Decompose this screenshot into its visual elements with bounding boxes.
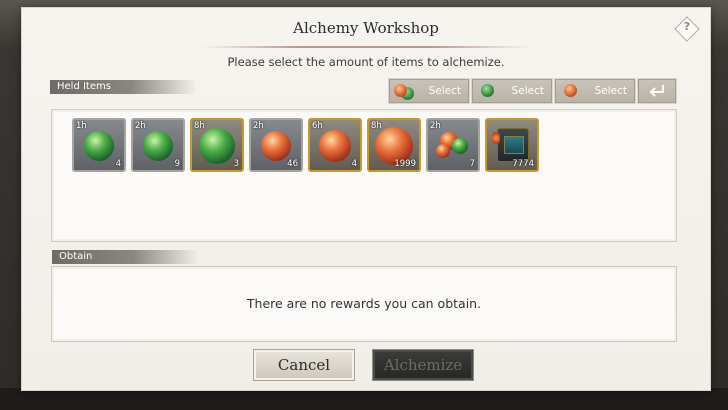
item-quantity: 7774 (512, 159, 534, 169)
item-quantity: 3 (233, 159, 239, 169)
red-orb-icon (261, 131, 291, 161)
title-divider (202, 46, 530, 48)
dialog-subtitle: Please select the amount of items to alc… (227, 55, 505, 69)
red-orb-icon (319, 130, 351, 162)
select-red-button[interactable]: Select (554, 78, 636, 104)
obtain-panel: There are no rewards you can obtain. (51, 266, 677, 342)
lantern-glass (504, 136, 524, 154)
large-green-orb-icon (199, 128, 235, 164)
held-items-label: Held Items (50, 80, 197, 94)
item-time: 2h (430, 121, 441, 131)
item-time: 6h (312, 121, 323, 131)
item-slot-red-8h[interactable]: 8h 1999 (367, 118, 421, 172)
item-time: 2h (253, 121, 264, 131)
green-orb-icon (143, 131, 173, 161)
item-quantity: 4 (351, 159, 357, 169)
return-arrow-icon (649, 85, 664, 97)
reset-button[interactable] (637, 78, 677, 104)
green-orb-icon (84, 131, 114, 161)
obtain-label: Obtain (52, 250, 199, 264)
item-slot-green-2h[interactable]: 2h 9 (131, 118, 185, 172)
item-quantity: 4 (115, 159, 121, 169)
no-rewards-message: There are no rewards you can obtain. (246, 296, 482, 311)
item-time: 8h (194, 121, 205, 131)
green-orb-icon (481, 84, 494, 97)
select-green-label: Select (511, 85, 544, 97)
select-red-label: Select (594, 85, 627, 97)
item-time: 1h (76, 121, 87, 131)
alchemy-dialog: Alchemy Workshop ? Please select the amo… (22, 8, 710, 390)
item-slot-red-2h[interactable]: 2h 46 (249, 118, 303, 172)
question-icon: ? (683, 20, 691, 33)
alchemize-button[interactable]: Alchemize (372, 349, 474, 381)
select-mixed-label: Select (428, 85, 461, 97)
item-quantity: 9 (174, 159, 180, 169)
mixed-orb-icon-red (394, 84, 407, 97)
item-time: 2h (135, 121, 146, 131)
small-red-orb-icon (436, 144, 450, 158)
red-orb-icon (564, 84, 577, 97)
cancel-button[interactable]: Cancel (253, 349, 355, 381)
item-quantity: 1999 (394, 159, 416, 169)
item-time: 8h (371, 121, 382, 131)
select-mixed-button[interactable]: Select (388, 78, 470, 104)
held-items-panel: 1h 4 2h 9 8h 3 2h 46 6h 4 8h 1999 2h 7 7… (51, 109, 677, 242)
lantern-icon (492, 128, 529, 162)
select-green-button[interactable]: Select (471, 78, 553, 104)
item-quantity: 7 (469, 159, 475, 169)
dialog-title: Alchemy Workshop (293, 19, 439, 37)
green-orb-icon (452, 138, 468, 154)
item-slot-green-8h[interactable]: 8h 3 (190, 118, 244, 172)
item-slot-lantern[interactable]: 7774 (485, 118, 539, 172)
item-slot-green-1h[interactable]: 1h 4 (72, 118, 126, 172)
item-slot-mixed-2h[interactable]: 2h 7 (426, 118, 480, 172)
item-slot-red-6h[interactable]: 6h 4 (308, 118, 362, 172)
background-bottom-bar (0, 388, 728, 410)
help-button[interactable]: ? (674, 16, 700, 42)
item-quantity: 46 (287, 159, 298, 169)
lantern-flame (492, 132, 500, 144)
